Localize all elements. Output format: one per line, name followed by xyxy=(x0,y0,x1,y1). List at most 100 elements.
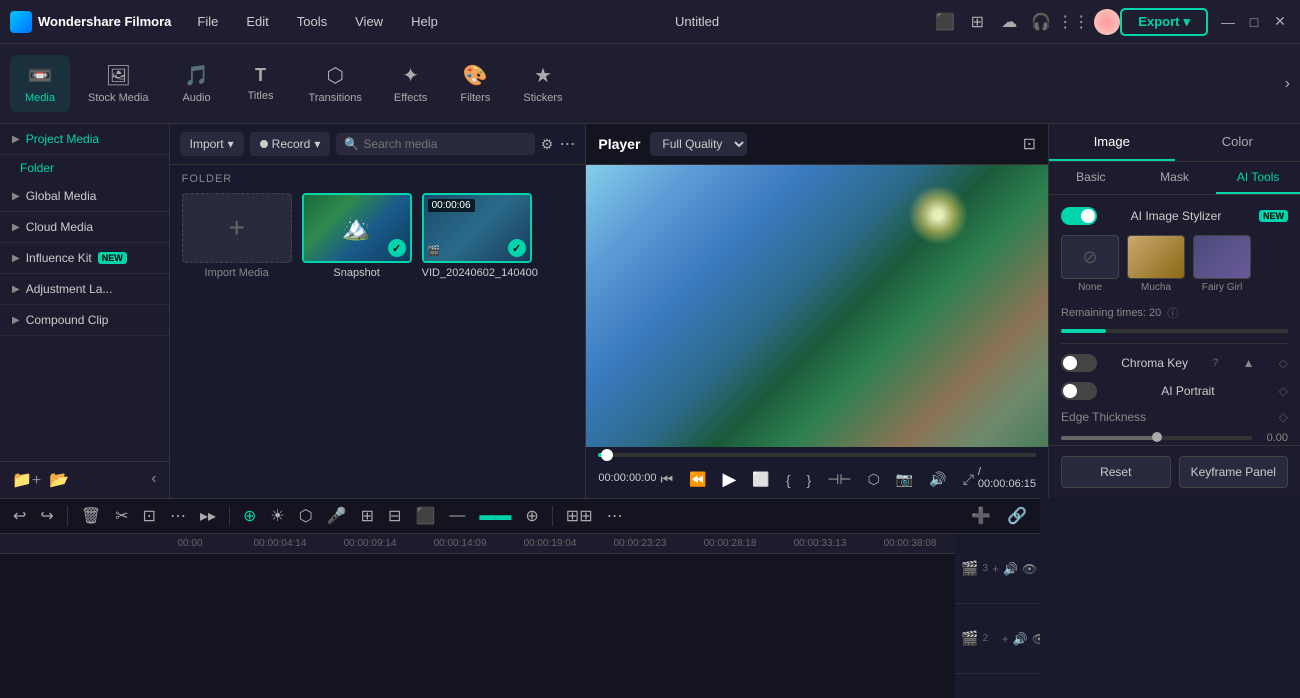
search-input[interactable] xyxy=(363,137,526,151)
ai-stylizer-toggle[interactable] xyxy=(1061,207,1097,225)
track-add-icon[interactable]: + xyxy=(992,562,999,576)
edge-thickness-diamond[interactable]: ◇ xyxy=(1279,410,1288,424)
more-button[interactable]: ▸▸ xyxy=(195,503,221,529)
folder-icon[interactable]: 📂 xyxy=(49,470,69,490)
slider-track[interactable] xyxy=(1061,436,1252,440)
audio-button[interactable]: 🔊 xyxy=(925,469,950,490)
track-add-icon[interactable]: + xyxy=(1002,632,1009,646)
add-button[interactable]: ⊕ xyxy=(520,503,543,529)
tool-stock-media[interactable]: 🖼 Stock Media xyxy=(74,55,163,112)
menu-tools[interactable]: Tools xyxy=(291,10,333,33)
subtab-basic[interactable]: Basic xyxy=(1049,162,1133,194)
style-mucha[interactable]: Mucha xyxy=(1127,235,1185,293)
style-none[interactable]: ⊘ None xyxy=(1061,235,1119,293)
undo-button[interactable]: ↩ xyxy=(8,503,31,529)
mark-in-button[interactable]: { xyxy=(782,470,795,490)
slider-thumb[interactable] xyxy=(1152,432,1162,442)
mark-out-button[interactable]: } xyxy=(803,470,816,490)
headset-icon[interactable]: 🎧 xyxy=(1030,11,1052,33)
style-fairy-girl[interactable]: Fairy Girl xyxy=(1193,235,1251,293)
mic-button[interactable]: 🎤 xyxy=(322,503,352,529)
ripple-button[interactable]: ⊕ xyxy=(238,503,261,529)
sidebar-item-influence-kit[interactable]: ▶ Influence Kit NEW xyxy=(0,243,169,274)
track-eye-icon[interactable]: 👁 xyxy=(1022,562,1037,576)
snapshot-button[interactable]: 📷 xyxy=(892,469,917,490)
record-button[interactable]: Record ▾ xyxy=(250,132,331,156)
export-button[interactable]: Export ▾ xyxy=(1120,8,1208,36)
clip-select-button[interactable]: ⬡ xyxy=(864,469,884,490)
frame-back-button[interactable]: ⏪ xyxy=(685,469,710,490)
add-track-button[interactable]: ➕ xyxy=(966,503,996,529)
add-folder-icon[interactable]: 📁+ xyxy=(12,470,41,490)
stop-button[interactable]: ⬜ xyxy=(748,469,773,490)
maximize-button[interactable]: □ xyxy=(1244,12,1264,32)
track-eye-icon[interactable]: 👁 xyxy=(1032,632,1040,646)
track-audio-icon[interactable]: 🔊 xyxy=(1013,632,1028,646)
more-options-icon[interactable]: ⋯ xyxy=(559,134,575,154)
link-button[interactable]: 🔗 xyxy=(1002,503,1032,529)
sidebar-item-global-media[interactable]: ▶ Global Media xyxy=(0,181,169,212)
minimize-button[interactable]: — xyxy=(1218,12,1238,32)
delete-button[interactable]: 🗑 xyxy=(76,503,106,529)
reset-button[interactable]: Reset xyxy=(1061,456,1171,488)
menu-file[interactable]: File xyxy=(191,10,224,33)
quality-select[interactable]: Full Quality 1/2 Quality 1/4 Quality xyxy=(650,132,747,156)
player-expand-icon[interactable]: ⊡ xyxy=(1023,134,1036,154)
search-box[interactable]: 🔍 xyxy=(336,133,534,155)
crop-button[interactable]: ⊡ xyxy=(138,503,161,529)
chroma-expand-icon[interactable]: ▲ xyxy=(1243,356,1255,370)
import-button[interactable]: Import ▾ xyxy=(180,132,244,156)
transition-button[interactable]: ⬛ xyxy=(410,503,440,529)
tool-media[interactable]: 📼 Media xyxy=(10,55,70,112)
user-avatar[interactable] xyxy=(1094,9,1120,35)
cloud-upload-icon[interactable]: ☁ xyxy=(998,11,1020,33)
snapshot-thumb[interactable]: ✓ Snapshot xyxy=(302,193,412,279)
sidebar-item-project-media[interactable]: ▶ Project Media xyxy=(0,124,169,155)
chroma-help-icon[interactable]: ? xyxy=(1212,357,1218,369)
tool-effects[interactable]: ✦ Effects xyxy=(380,55,441,112)
track-audio-icon[interactable]: 🔊 xyxy=(1003,562,1018,576)
chroma-diamond-icon[interactable]: ◇ xyxy=(1279,356,1288,370)
filter-icon[interactable]: ⚙ xyxy=(541,136,554,153)
clip-button[interactable]: ⊟ xyxy=(383,503,406,529)
monitor-icon[interactable]: ⬛ xyxy=(934,11,956,33)
options-button[interactable]: ⋯ xyxy=(602,503,628,529)
grid-view-button[interactable]: ⊞⊞ xyxy=(561,503,598,529)
sidebar-folder[interactable]: Folder xyxy=(0,155,169,181)
video-thumb-box[interactable]: 00:00:06 🎬 ✓ xyxy=(422,193,532,263)
sidebar-item-cloud-media[interactable]: ▶ Cloud Media xyxy=(0,212,169,243)
snapshot-thumb-box[interactable]: ✓ xyxy=(302,193,412,263)
tool-filters[interactable]: 🎨 Filters xyxy=(445,55,505,112)
chroma-key-toggle[interactable] xyxy=(1061,354,1097,372)
split-audio-button[interactable]: ⋯ xyxy=(165,503,191,529)
shield-button[interactable]: ⬡ xyxy=(294,503,318,529)
color-button[interactable]: ☀ xyxy=(265,503,289,529)
tab-color[interactable]: Color xyxy=(1175,124,1300,161)
tab-image[interactable]: Image xyxy=(1049,124,1175,161)
keyframe-panel-button[interactable]: Keyframe Panel xyxy=(1179,456,1289,488)
overlay-button[interactable]: ⊞ xyxy=(356,503,379,529)
grid-icon[interactable]: ⊞ xyxy=(966,11,988,33)
toolbar-expand-icon[interactable]: › xyxy=(1285,75,1290,93)
speed-button[interactable]: — xyxy=(444,504,470,528)
speed-plus-button[interactable]: ▬▬ xyxy=(474,504,516,528)
sidebar-collapse-icon[interactable]: ‹ xyxy=(151,470,156,490)
tool-audio[interactable]: 🎵 Audio xyxy=(167,55,227,112)
redo-button[interactable]: ↪ xyxy=(35,503,58,529)
ai-portrait-toggle[interactable] xyxy=(1061,382,1097,400)
cut-button[interactable]: ✂ xyxy=(110,503,133,529)
sidebar-item-adjustment[interactable]: ▶ Adjustment La... xyxy=(0,274,169,305)
tool-stickers[interactable]: ★ Stickers xyxy=(509,55,576,112)
progress-thumb[interactable] xyxy=(601,449,613,461)
tool-transitions[interactable]: ⬡ Transitions xyxy=(295,55,376,112)
menu-edit[interactable]: Edit xyxy=(240,10,274,33)
import-media-thumb[interactable]: + Import Media xyxy=(182,193,292,279)
edge-thickness-slider[interactable]: 0.00 xyxy=(1061,432,1288,444)
close-button[interactable]: ✕ xyxy=(1270,12,1290,32)
tool-titles[interactable]: T Titles xyxy=(231,57,291,110)
skip-back-button[interactable]: ⏮ xyxy=(656,469,677,490)
video-thumb[interactable]: 00:00:06 🎬 ✓ VID_20240602_140400 xyxy=(422,193,532,279)
apps-icon[interactable]: ⋮⋮ xyxy=(1062,11,1084,33)
menu-help[interactable]: Help xyxy=(405,10,444,33)
ai-portrait-diamond-icon[interactable]: ◇ xyxy=(1279,384,1288,398)
